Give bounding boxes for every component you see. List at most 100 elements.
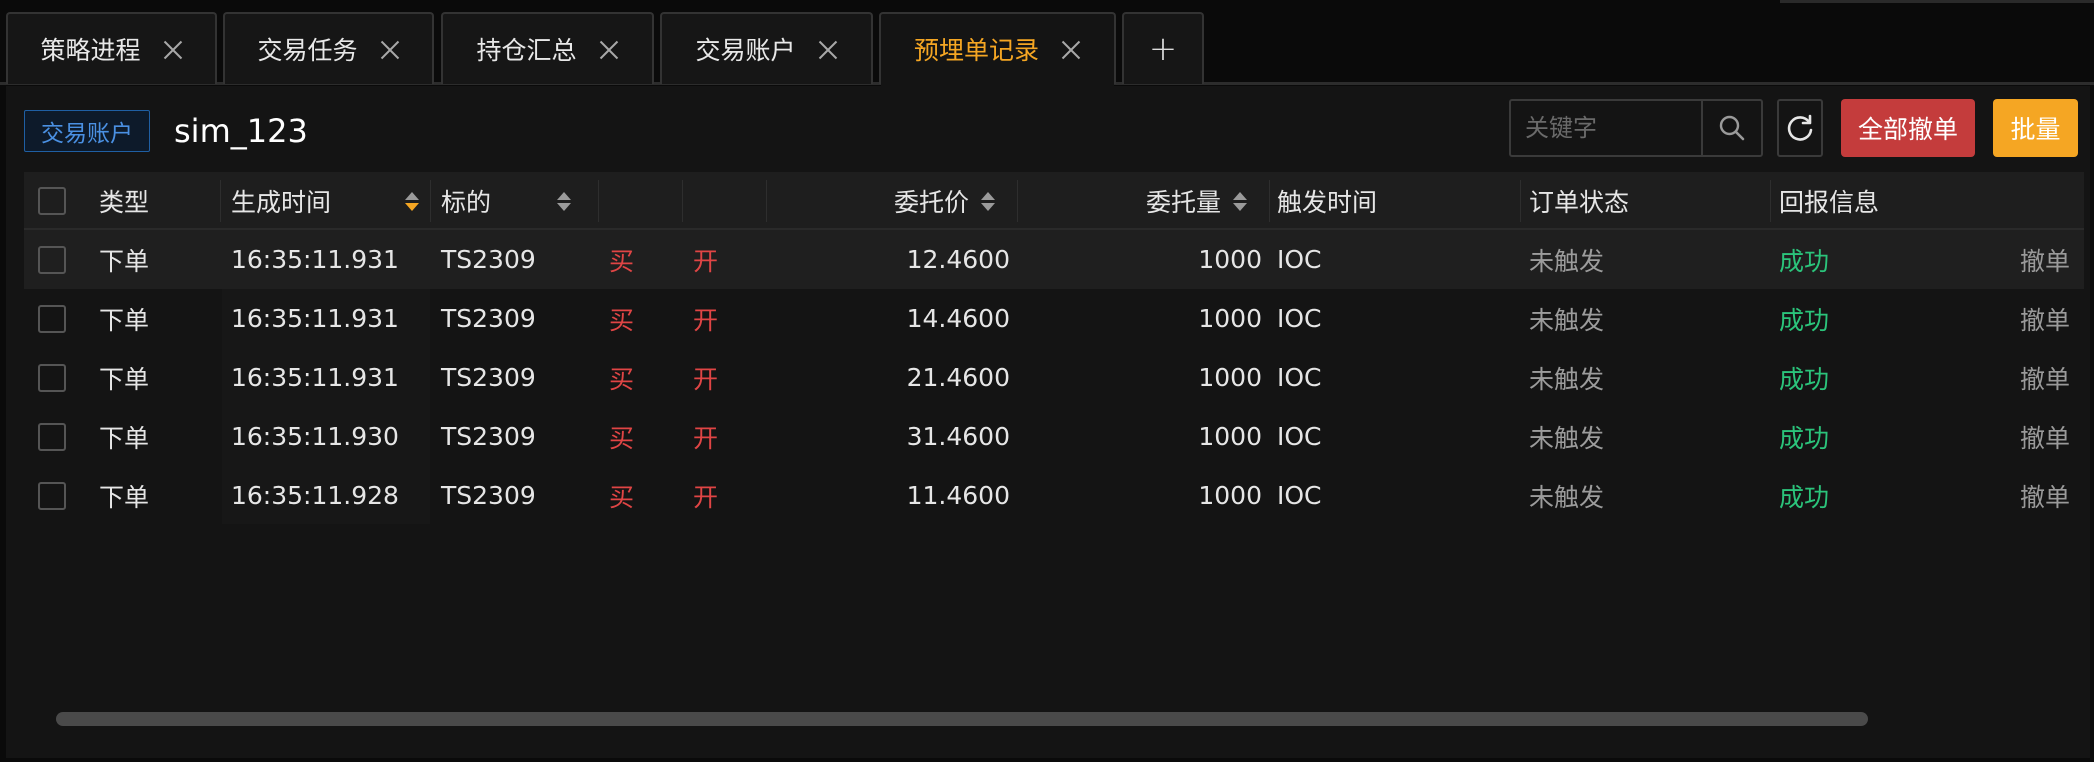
column-divider — [682, 180, 683, 222]
table-row[interactable]: 下单 16:35:11.931 TS2309 买 开 14.4600 1000 … — [24, 289, 2084, 348]
cell-status: 未触发 — [1529, 246, 1605, 276]
header-qty-label: 委托量 — [1146, 188, 1222, 217]
cell-qty: 1000 — [1198, 422, 1262, 451]
header-qty[interactable]: 委托量 — [1146, 172, 1248, 230]
row-checkbox[interactable] — [38, 481, 66, 510]
orders-table: 类型 生成时间 标的 委托价 委托量 触发时间 订单状态 回报信息 下单 16:… — [24, 172, 2084, 525]
cell-side: 买 — [609, 482, 635, 512]
tab-position-summary[interactable]: 持仓汇总 — [441, 12, 654, 84]
header-status: 订单状态 — [1529, 188, 1630, 217]
sort-icon[interactable] — [1233, 191, 1248, 211]
refresh-icon — [1787, 114, 1813, 141]
tab-trading-account[interactable]: 交易账户 — [660, 12, 873, 84]
table-row[interactable]: 下单 16:35:11.930 TS2309 买 开 31.4600 1000 … — [24, 407, 2084, 466]
cell-qty: 1000 — [1198, 481, 1262, 510]
column-divider — [766, 180, 767, 222]
header-symbol[interactable]: 标的 — [441, 172, 572, 230]
column-divider — [220, 180, 221, 222]
row-checkbox[interactable] — [38, 245, 66, 274]
sort-icon[interactable] — [981, 191, 996, 211]
add-tab-button[interactable]: + — [1122, 12, 1204, 84]
cell-status: 未触发 — [1529, 364, 1605, 394]
cell-trigger: IOC — [1277, 481, 1322, 510]
cancel-order-link[interactable]: 撤单 — [1924, 230, 2084, 289]
search-input[interactable] — [1511, 101, 1701, 155]
horizontal-scrollbar[interactable] — [56, 712, 1868, 726]
cell-type: 下单 — [99, 364, 150, 394]
row-checkbox-cell — [38, 289, 66, 348]
cell-side: 买 — [609, 423, 635, 453]
row-checkbox-cell — [38, 407, 66, 466]
sort-icon[interactable] — [405, 191, 420, 211]
cell-type: 下单 — [99, 246, 150, 276]
cell-type: 下单 — [99, 423, 150, 453]
cell-time: 16:35:11.930 — [231, 422, 399, 451]
row-checkbox[interactable] — [38, 304, 66, 333]
cell-status: 未触发 — [1529, 423, 1605, 453]
close-icon[interactable] — [380, 39, 400, 59]
header-symbol-label: 标的 — [441, 188, 492, 217]
row-checkbox[interactable] — [38, 363, 66, 392]
cell-trigger: IOC — [1277, 304, 1322, 333]
cell-side: 买 — [609, 246, 635, 276]
tab-label: 交易任务 — [257, 36, 358, 65]
cell-symbol: TS2309 — [441, 363, 536, 392]
tab-label: 预埋单记录 — [913, 36, 1039, 65]
cell-qty: 1000 — [1198, 363, 1262, 392]
cell-offset: 开 — [693, 423, 719, 453]
column-divider — [1770, 180, 1771, 222]
cell-qty: 1000 — [1198, 245, 1262, 274]
cell-time: 16:35:11.931 — [231, 363, 399, 392]
close-icon[interactable] — [818, 39, 838, 59]
row-checkbox-cell — [38, 348, 66, 407]
cancel-order-link[interactable]: 撤单 — [1924, 348, 2084, 407]
tab-pending-orders[interactable]: 预埋单记录 — [879, 12, 1116, 87]
table-row[interactable]: 下单 16:35:11.931 TS2309 买 开 12.4600 1000 … — [24, 230, 2084, 289]
top-divider — [1780, 0, 2094, 3]
cell-trigger: IOC — [1277, 245, 1322, 274]
account-badge: 交易账户 — [24, 110, 150, 152]
select-all-checkbox[interactable] — [38, 187, 66, 215]
cell-offset: 开 — [693, 246, 719, 276]
cell-price: 12.4600 — [906, 245, 1010, 274]
cell-price: 31.4600 — [906, 422, 1010, 451]
cancel-order-link[interactable]: 撤单 — [1924, 407, 2084, 466]
tab-strategy-process[interactable]: 策略进程 — [6, 12, 217, 84]
cell-price: 11.4600 — [906, 481, 1010, 510]
close-icon[interactable] — [1061, 39, 1081, 59]
cell-side: 买 — [609, 305, 635, 335]
cell-trigger: IOC — [1277, 363, 1322, 392]
cell-report: 成功 — [1779, 305, 1830, 335]
cancel-all-button[interactable]: 全部撤单 — [1841, 99, 1975, 157]
close-icon[interactable] — [163, 39, 183, 59]
header-trigger: 触发时间 — [1277, 188, 1378, 217]
cancel-order-link[interactable]: 撤单 — [1924, 466, 2084, 525]
cell-offset: 开 — [693, 364, 719, 394]
cell-qty: 1000 — [1198, 304, 1262, 333]
search-button[interactable] — [1701, 101, 1761, 155]
cell-report: 成功 — [1779, 364, 1830, 394]
plus-icon: + — [1148, 29, 1178, 69]
cell-symbol: TS2309 — [441, 422, 536, 451]
table-row[interactable]: 下单 16:35:11.928 TS2309 买 开 11.4600 1000 … — [24, 466, 2084, 525]
table-row[interactable]: 下单 16:35:11.931 TS2309 买 开 21.4600 1000 … — [24, 348, 2084, 407]
tab-trade-tasks[interactable]: 交易任务 — [223, 12, 434, 84]
column-divider — [1520, 180, 1521, 222]
row-checkbox-cell — [38, 230, 66, 289]
cancel-order-link[interactable]: 撤单 — [1924, 289, 2084, 348]
refresh-button[interactable] — [1777, 99, 1823, 157]
batch-button[interactable]: 批量 — [1993, 99, 2078, 157]
header-time[interactable]: 生成时间 — [231, 172, 420, 230]
cell-status: 未触发 — [1529, 482, 1605, 512]
account-name: sim_123 — [174, 112, 308, 150]
row-checkbox[interactable] — [38, 422, 66, 451]
close-icon[interactable] — [599, 39, 619, 59]
sort-icon[interactable] — [557, 191, 572, 211]
pending-orders-panel: 交易账户 sim_123 全部撤单 批量 类型 生成时间 — [6, 86, 2090, 758]
header-price[interactable]: 委托价 — [894, 172, 996, 230]
cell-symbol: TS2309 — [441, 304, 536, 333]
tab-bar: 策略进程 交易任务 持仓汇总 交易账户 预埋单记录 + — [0, 0, 2094, 87]
cell-price: 21.4600 — [906, 363, 1010, 392]
cell-report: 成功 — [1779, 423, 1830, 453]
cell-time: 16:35:11.931 — [231, 245, 399, 274]
